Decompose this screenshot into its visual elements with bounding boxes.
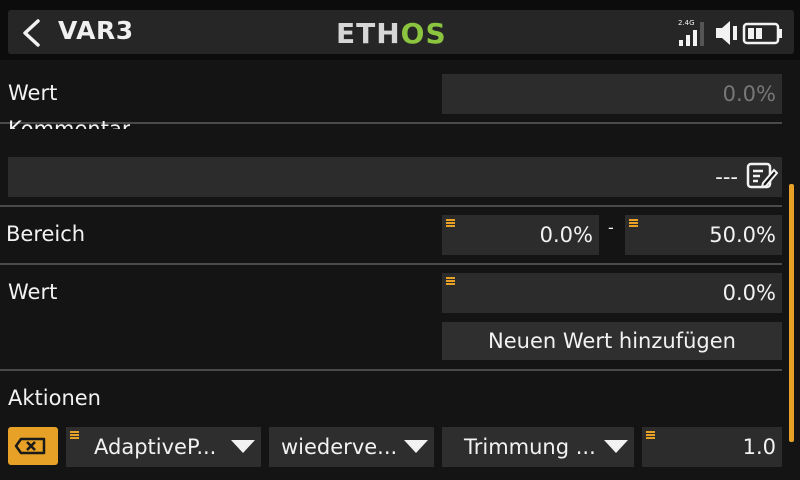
header-bar: VAR3 ETHOS 2.4G bbox=[0, 0, 800, 60]
edit-marker-icon bbox=[446, 277, 455, 285]
ethos-logo: ETHOS bbox=[336, 17, 447, 50]
bereich-min-field[interactable]: 0.0% bbox=[442, 215, 599, 255]
action-amount-field[interactable]: 1.0 bbox=[642, 427, 782, 467]
svg-text:2.4G: 2.4G bbox=[678, 19, 695, 27]
delete-action-button[interactable] bbox=[8, 427, 58, 465]
dropdown-arrow-icon bbox=[404, 440, 428, 453]
edit-icon[interactable] bbox=[746, 161, 778, 191]
action-source-dropdown[interactable]: AdaptiveP... bbox=[66, 427, 261, 467]
bereich-label: Bereich bbox=[6, 222, 86, 246]
edit-marker-icon bbox=[70, 431, 79, 439]
action-mode-dropdown[interactable]: wiederve... bbox=[269, 427, 434, 467]
battery-icon bbox=[742, 22, 782, 45]
wert-field[interactable]: 0.0% bbox=[442, 273, 782, 313]
edit-marker-icon bbox=[646, 431, 655, 439]
bereich-max-field[interactable]: 50.0% bbox=[625, 215, 782, 255]
kommentar-label: Kommentar bbox=[8, 117, 131, 129]
wert-value: 0.0% bbox=[722, 281, 776, 305]
speaker-muted-icon bbox=[716, 21, 737, 45]
wert-top-label: Wert bbox=[8, 81, 58, 105]
action-target-value: Trimmung ... bbox=[464, 435, 596, 459]
divider bbox=[0, 369, 782, 371]
dropdown-arrow-icon bbox=[604, 440, 628, 453]
bereich-max-value: 50.0% bbox=[709, 223, 776, 247]
page-title: VAR3 bbox=[58, 16, 134, 45]
dropdown-arrow-icon bbox=[231, 440, 255, 453]
action-mode-value: wiederve... bbox=[281, 435, 398, 459]
signal-icon: 2.4G bbox=[678, 19, 704, 46]
comment-value: --- bbox=[715, 165, 738, 189]
action-amount-value: 1.0 bbox=[742, 435, 776, 459]
delete-icon bbox=[14, 437, 46, 455]
divider bbox=[0, 263, 782, 265]
action-target-dropdown[interactable]: Trimmung ... bbox=[442, 427, 634, 467]
aktionen-label: Aktionen bbox=[8, 386, 101, 410]
back-arrow-icon[interactable] bbox=[18, 18, 46, 48]
wert-label: Wert bbox=[8, 280, 58, 304]
scrollbar[interactable] bbox=[789, 184, 794, 442]
add-value-button[interactable]: Neuen Wert hinzufügen bbox=[442, 322, 782, 360]
comment-field[interactable]: --- bbox=[8, 157, 782, 197]
range-separator: - bbox=[608, 218, 614, 237]
wert-top-value[interactable]: 0.0% bbox=[442, 74, 782, 114]
action-source-value: AdaptiveP... bbox=[94, 435, 217, 459]
bereich-min-value: 0.0% bbox=[539, 223, 593, 247]
edit-marker-icon bbox=[446, 219, 455, 227]
divider bbox=[0, 205, 782, 207]
status-icons: 2.4G bbox=[678, 19, 782, 46]
edit-marker-icon bbox=[629, 219, 638, 227]
